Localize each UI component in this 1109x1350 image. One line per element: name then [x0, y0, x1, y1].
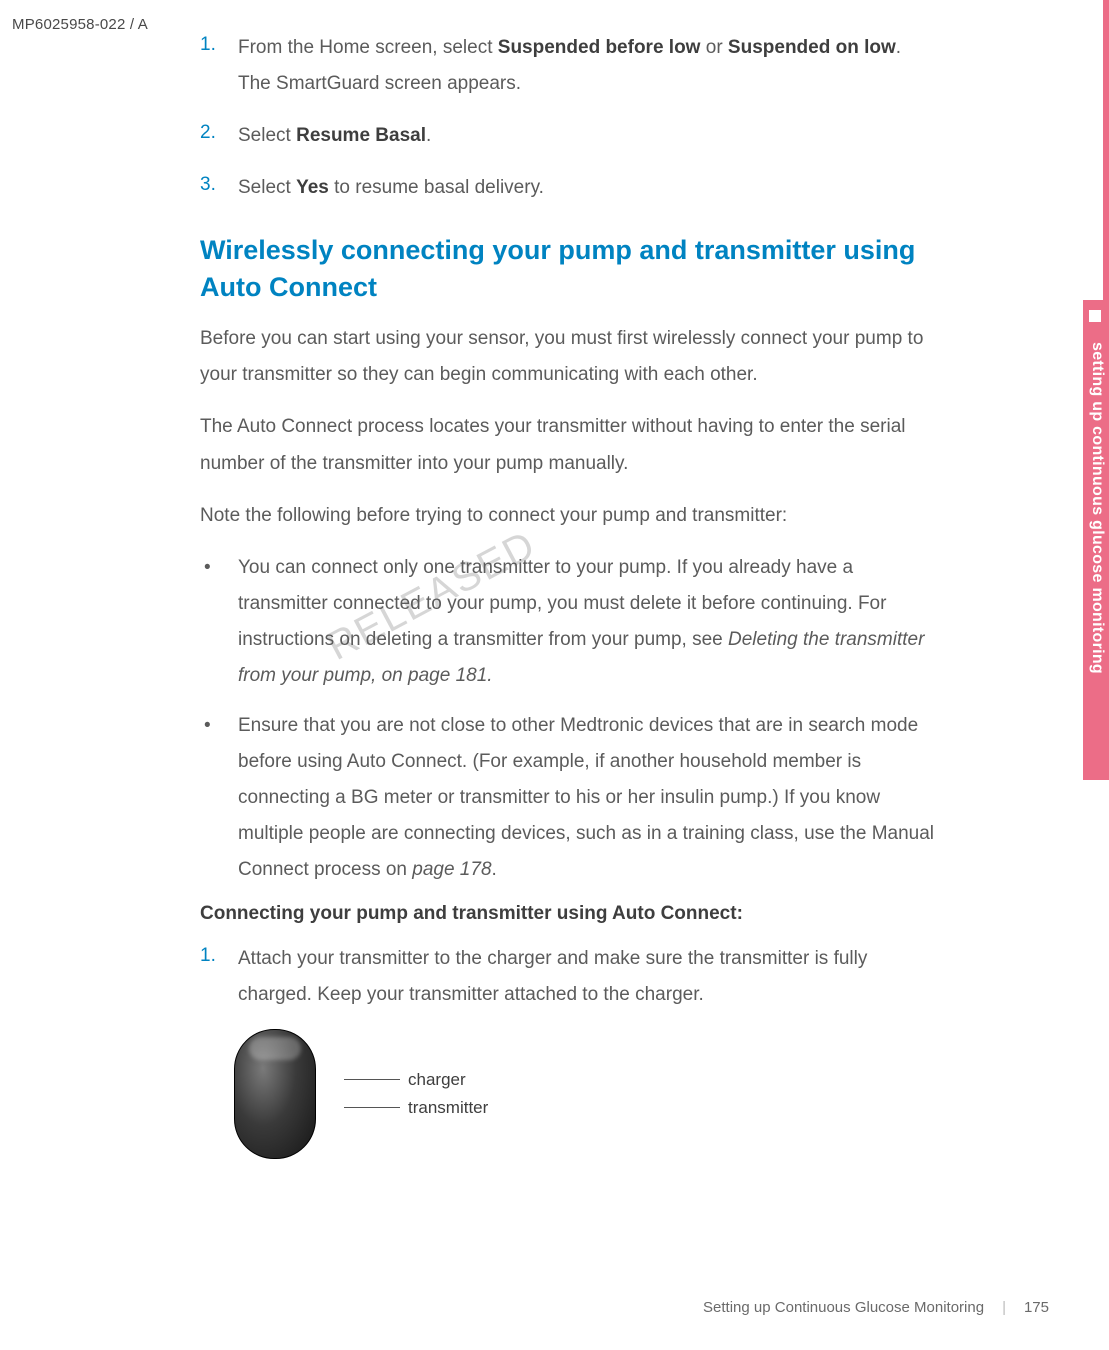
page: MP6025958-022 / A RELEASED 1. From the H… — [0, 0, 1109, 1350]
charger-transmitter-figure: charger transmitter — [234, 1029, 940, 1159]
label-transmitter: transmitter — [408, 1098, 488, 1118]
figure-labels: charger transmitter — [344, 1062, 488, 1126]
cross-ref: page 178 — [412, 859, 491, 880]
list-item: 1. From the Home screen, select Suspende… — [200, 30, 940, 102]
tab-label: setting up continuous glucose monitoring — [1086, 342, 1106, 772]
footer-separator: | — [1002, 1299, 1006, 1316]
page-footer: Setting up Continuous Glucose Monitoring… — [703, 1299, 1049, 1316]
leader-line — [344, 1107, 400, 1108]
text: Select — [238, 125, 296, 146]
ui-term: Suspended before low — [498, 37, 701, 58]
step-text: Select Yes to resume basal delivery. — [238, 170, 940, 206]
step-text: Attach your transmitter to the charger a… — [238, 941, 940, 1013]
main-content: 1. From the Home screen, select Suspende… — [200, 30, 940, 1159]
paragraph: The Auto Connect process locates your tr… — [200, 409, 940, 481]
bullet-icon: • — [200, 708, 238, 888]
step-text: From the Home screen, select Suspended b… — [238, 30, 940, 102]
text: . — [896, 37, 901, 58]
tab-block: setting up continuous glucose monitoring — [1083, 300, 1109, 780]
text: From the Home screen, select — [238, 37, 498, 58]
figure-label-row: charger — [344, 1070, 488, 1090]
resume-basal-steps: 1. From the Home screen, select Suspende… — [200, 30, 940, 206]
tab-marker-icon — [1089, 310, 1101, 322]
side-tab: setting up continuous glucose monitoring — [1083, 0, 1109, 1350]
figure-label-row: transmitter — [344, 1098, 488, 1118]
step-number: 3. — [200, 170, 238, 206]
text: or — [700, 37, 727, 58]
list-item: 2. Select Resume Basal. — [200, 118, 940, 154]
list-item: 1. Attach your transmitter to the charge… — [200, 941, 940, 1013]
label-charger: charger — [408, 1070, 466, 1090]
text: . — [426, 125, 431, 146]
footer-page-number: 175 — [1024, 1299, 1049, 1316]
step-number: 1. — [200, 30, 238, 102]
ui-term: Yes — [296, 177, 329, 198]
device-illustration — [234, 1029, 316, 1159]
text: . — [492, 859, 497, 880]
step-number: 2. — [200, 118, 238, 154]
text: Ensure that you are not close to other M… — [238, 715, 934, 880]
procedure-heading: Connecting your pump and transmitter usi… — [200, 903, 940, 925]
auto-connect-steps: 1. Attach your transmitter to the charge… — [200, 941, 940, 1013]
bullet-text: You can connect only one transmitter to … — [238, 550, 940, 694]
list-item: • You can connect only one transmitter t… — [200, 550, 940, 694]
text: Select — [238, 177, 296, 198]
list-item: 3. Select Yes to resume basal delivery. — [200, 170, 940, 206]
notes-list: • You can connect only one transmitter t… — [200, 550, 940, 889]
bullet-icon: • — [200, 550, 238, 694]
tab-strip-upper — [1103, 0, 1109, 300]
document-code: MP6025958-022 / A — [12, 16, 148, 33]
list-item: • Ensure that you are not close to other… — [200, 708, 940, 888]
step-number: 1. — [200, 941, 238, 1013]
paragraph: Note the following before trying to conn… — [200, 498, 940, 534]
ui-term: Resume Basal — [296, 125, 426, 146]
paragraph: Before you can start using your sensor, … — [200, 321, 940, 393]
step-text: Select Resume Basal. — [238, 118, 940, 154]
text: to resume basal delivery. — [329, 177, 544, 198]
ui-term: Suspended on low — [728, 37, 896, 58]
bullet-text: Ensure that you are not close to other M… — [238, 708, 940, 888]
leader-line — [344, 1079, 400, 1080]
step-subtext: The SmartGuard screen appears. — [238, 66, 940, 102]
footer-section-title: Setting up Continuous Glucose Monitoring — [703, 1299, 984, 1316]
section-heading: Wirelessly connecting your pump and tran… — [200, 232, 940, 305]
